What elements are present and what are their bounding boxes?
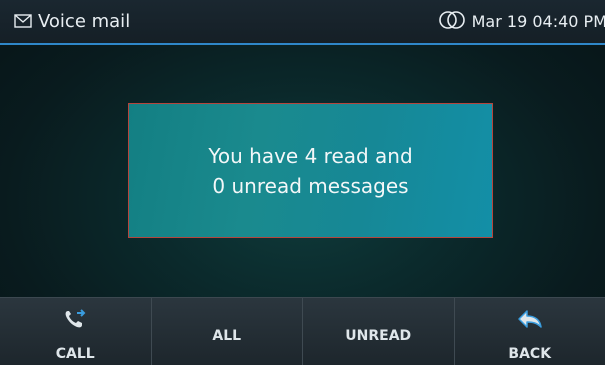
softkey-bar: CALL ALL UNREAD BACK [0,297,605,365]
phone-icon [62,308,88,330]
back-softkey-label: BACK [508,346,552,362]
header-bar: Voice mail Mar 19 04:40 PM [0,0,605,45]
header-status-group: Mar 19 04:40 PM [438,9,605,35]
call-softkey[interactable]: CALL [0,298,152,365]
message-line-2: 0 unread messages [212,173,409,198]
all-softkey[interactable]: ALL [152,298,303,365]
message-panel: You have 4 read and 0 unread messages [128,103,493,238]
envelope-icon [14,13,32,32]
call-softkey-label: CALL [55,346,95,362]
voicemail-screen: Voice mail Mar 19 04:40 PM You have 4 re… [0,0,605,365]
linked-circles-icon [438,10,466,34]
unread-softkey[interactable]: UNREAD [303,298,455,365]
message-text: You have 4 read and 0 unread messages [208,141,412,201]
all-softkey-label: ALL [212,328,242,344]
date-time: Mar 19 04:40 PM [471,12,605,31]
back-softkey[interactable]: BACK [455,298,605,365]
message-line-1: You have 4 read and [208,143,413,168]
page-title: Voice mail [38,11,131,32]
back-arrow-icon [517,308,543,330]
unread-softkey-label: UNREAD [345,328,412,344]
header-title-group: Voice mail [14,9,130,35]
